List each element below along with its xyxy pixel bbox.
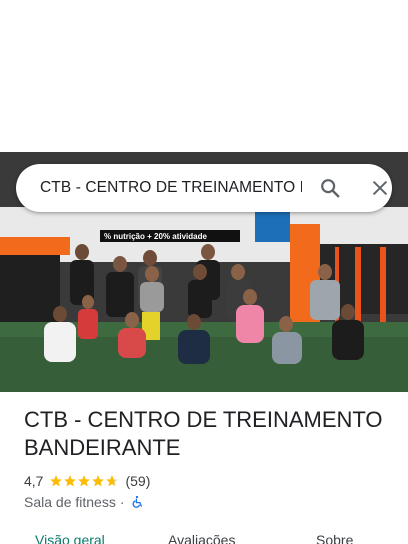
search-icon[interactable]	[319, 177, 341, 199]
search-bar[interactable]: CTB - CENTRO DE TREINAMENTO B	[16, 164, 392, 212]
rating-value: 4,7	[24, 473, 44, 489]
close-icon[interactable]	[370, 178, 390, 198]
star-icon	[92, 475, 105, 487]
wheelchair-accessible-icon	[132, 495, 142, 508]
star-icon	[78, 475, 91, 487]
star-icon	[50, 475, 63, 487]
place-tabs: Visão geral Avaliações Sobre	[0, 528, 408, 544]
star-half-icon	[106, 475, 119, 487]
rating-stars	[49, 474, 119, 488]
rating-row[interactable]: 4,7 (59)	[24, 472, 150, 490]
gym-banner-text: % nutrição + 20% atividade	[104, 232, 207, 241]
review-count[interactable]: (59)	[125, 473, 150, 489]
star-icon	[64, 475, 77, 487]
tab-overview[interactable]: Visão geral	[35, 532, 105, 544]
tab-about[interactable]: Sobre	[316, 532, 353, 544]
search-input[interactable]: CTB - CENTRO DE TREINAMENTO B	[40, 178, 302, 198]
place-title: CTB - CENTRO DE TREINAMENTO BANDEIRANTE	[24, 407, 383, 460]
place-category: Sala de fitness	[24, 494, 116, 510]
category-row: Sala de fitness ·	[24, 493, 144, 511]
blank-header-area	[0, 0, 408, 152]
separator-dot: ·	[119, 494, 125, 510]
tab-reviews[interactable]: Avaliações	[168, 532, 235, 544]
